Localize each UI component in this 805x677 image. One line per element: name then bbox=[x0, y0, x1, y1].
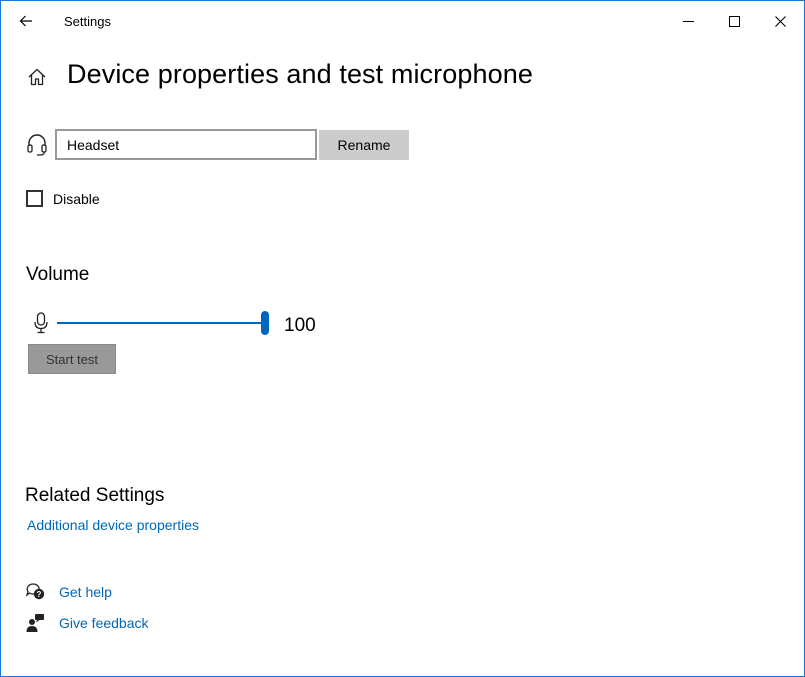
volume-slider[interactable] bbox=[57, 311, 271, 335]
chat-help-icon: ? bbox=[25, 583, 45, 600]
back-button[interactable] bbox=[9, 7, 43, 35]
volume-heading: Volume bbox=[26, 264, 90, 285]
back-arrow-icon bbox=[19, 15, 32, 27]
maximize-button[interactable] bbox=[711, 1, 757, 41]
page-title: Device properties and test microphone bbox=[67, 59, 533, 89]
disable-label: Disable bbox=[53, 190, 100, 207]
headset-icon bbox=[27, 134, 47, 156]
home-button[interactable] bbox=[25, 65, 49, 89]
feedback-icon bbox=[26, 614, 44, 632]
rename-button[interactable]: Rename bbox=[319, 130, 409, 160]
related-settings-heading: Related Settings bbox=[25, 485, 165, 506]
settings-window: Settings Device properties and test micr… bbox=[0, 0, 805, 677]
start-test-button[interactable]: Start test bbox=[28, 344, 116, 374]
slider-track bbox=[57, 322, 261, 324]
app-title: Settings bbox=[64, 14, 111, 29]
close-button[interactable] bbox=[757, 1, 803, 41]
title-bar: Settings bbox=[1, 1, 804, 41]
device-name-input[interactable] bbox=[55, 129, 317, 160]
microphone-icon bbox=[34, 312, 48, 334]
slider-thumb[interactable] bbox=[261, 311, 269, 335]
svg-text:?: ? bbox=[37, 590, 42, 599]
minimize-icon bbox=[682, 20, 694, 22]
disable-checkbox-row[interactable]: Disable bbox=[26, 190, 100, 207]
give-feedback-link[interactable]: Give feedback bbox=[59, 615, 149, 631]
additional-device-properties-link[interactable]: Additional device properties bbox=[27, 517, 199, 533]
disable-checkbox[interactable] bbox=[26, 190, 43, 207]
home-icon bbox=[28, 68, 46, 86]
maximize-icon bbox=[728, 15, 740, 27]
volume-value: 100 bbox=[284, 315, 316, 336]
get-help-link[interactable]: Get help bbox=[59, 584, 112, 600]
close-icon bbox=[774, 15, 786, 27]
minimize-button[interactable] bbox=[665, 1, 711, 41]
